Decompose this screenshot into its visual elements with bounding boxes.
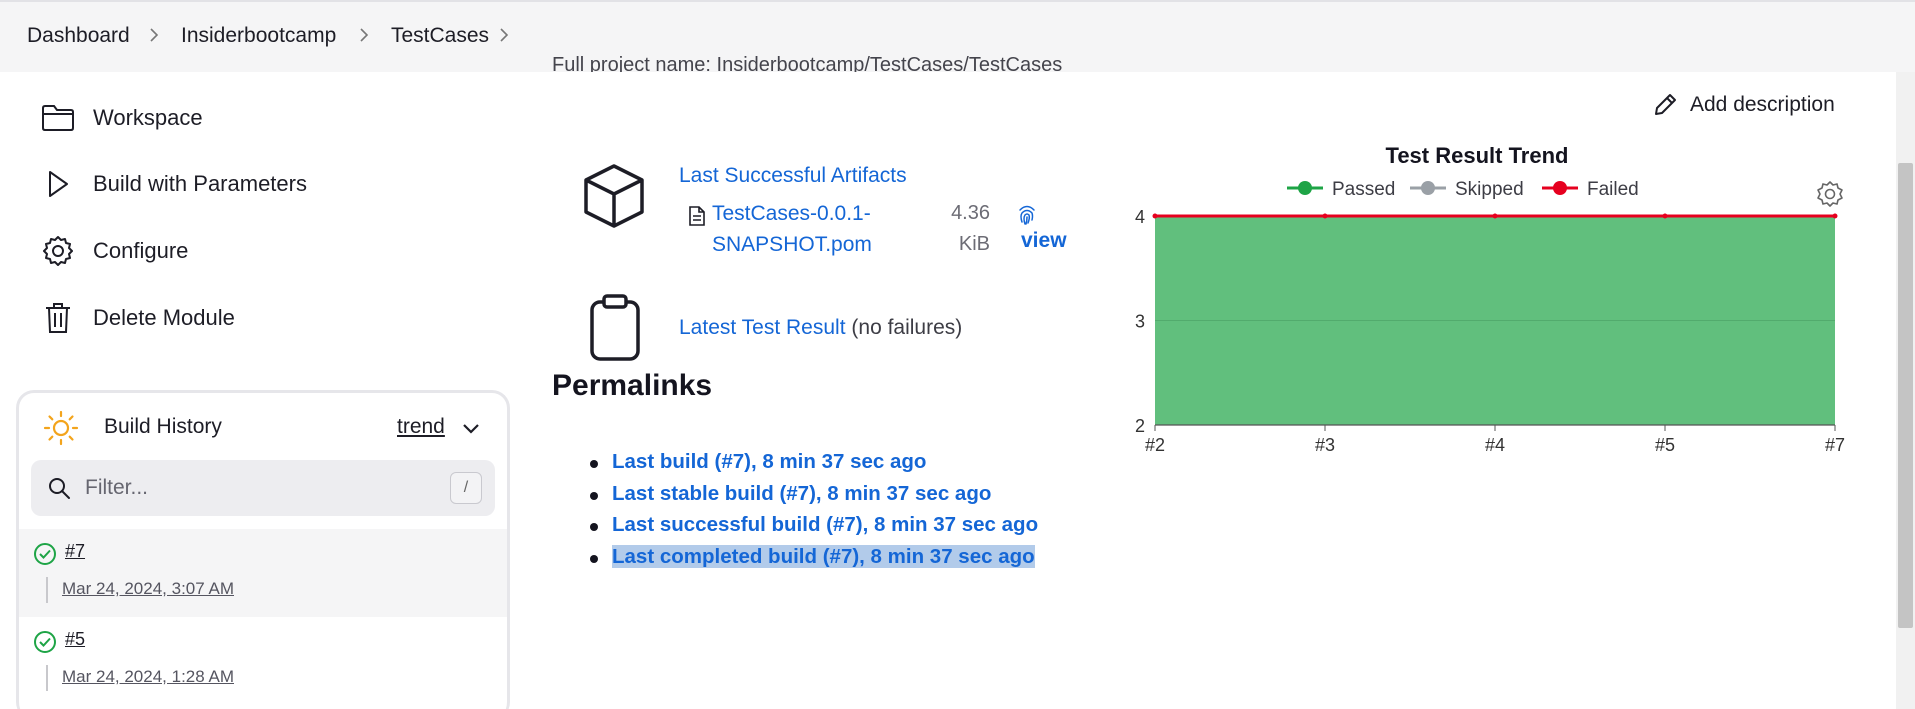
build-number-link[interactable]: #5 xyxy=(65,629,85,650)
search-icon xyxy=(49,478,70,499)
sidebar-item-label: Build with Parameters xyxy=(93,171,307,196)
failed-point xyxy=(1662,213,1668,219)
sidebar-item-label: Workspace xyxy=(93,105,203,130)
build-date-link[interactable]: Mar 24, 2024, 3:07 AM xyxy=(62,579,234,599)
pencil-icon xyxy=(1655,94,1676,115)
build-row[interactable]: #5 Mar 24, 2024, 1:28 AM xyxy=(19,617,507,705)
legend-label: Skipped xyxy=(1455,179,1524,200)
fingerprint-icon[interactable] xyxy=(1016,202,1038,226)
x-tick-label: #4 xyxy=(1485,435,1505,455)
breadcrumb-dashboard[interactable]: Dashboard xyxy=(27,24,130,48)
failed-point xyxy=(1832,213,1838,219)
permalink-item: Last stable build (#7), 8 min 37 sec ago xyxy=(590,482,1038,514)
filter-input[interactable] xyxy=(85,473,425,503)
breadcrumb-insiderbootcamp[interactable]: Insiderbootcamp xyxy=(181,24,336,48)
permalink-item: Last successful build (#7), 8 min 37 sec… xyxy=(590,513,1038,545)
last-successful-artifacts-link[interactable]: Last Successful Artifacts xyxy=(679,164,907,188)
failed-point xyxy=(1322,213,1328,219)
sidebar-item-label: Delete Module xyxy=(93,305,235,330)
package-icon xyxy=(584,164,644,228)
clipboard-icon xyxy=(590,294,640,361)
play-icon xyxy=(40,166,76,202)
trash-icon xyxy=(40,300,76,336)
y-tick-label: 4 xyxy=(1135,207,1145,227)
sidebar-item-workspace[interactable]: Workspace xyxy=(40,98,203,138)
add-description-label: Add description xyxy=(1690,93,1835,116)
folder-icon xyxy=(40,100,76,136)
latest-test-status: (no failures) xyxy=(851,316,963,339)
add-description-button[interactable]: Add description xyxy=(1652,92,1835,118)
breadcrumb-testcases[interactable]: TestCases xyxy=(391,24,489,48)
artifact-size: 4.36 KiB xyxy=(951,202,990,255)
test-result-trend-chart: Test Result Trend Passed Skipped Failed 2 3 4 #… xyxy=(1110,138,1870,468)
permalinks-heading: Permalinks xyxy=(552,369,713,402)
failed-point xyxy=(1492,213,1498,219)
gear-icon xyxy=(40,233,76,269)
sidebar-item-build-with-parameters[interactable]: Build with Parameters xyxy=(40,164,307,204)
y-tick-label: 3 xyxy=(1135,312,1145,332)
chevron-down-icon[interactable] xyxy=(462,423,480,435)
filter-box: / xyxy=(31,460,495,516)
chevron-right-icon xyxy=(360,28,369,42)
filter-shortcut-key: / xyxy=(450,472,482,504)
sidebar-item-configure[interactable]: Configure xyxy=(40,231,188,271)
trend-chart-svg: Test Result Trend Passed Skipped Failed 2 3 4 #… xyxy=(1135,143,1845,455)
sidebar-item-delete-module[interactable]: Delete Module xyxy=(40,298,235,338)
legend-marker xyxy=(1421,181,1435,195)
chevron-right-icon xyxy=(500,28,509,42)
chevron-right-icon xyxy=(150,28,159,42)
legend-label: Failed xyxy=(1587,179,1639,200)
permalink-last-build[interactable]: Last build (#7), 8 min 37 sec ago xyxy=(612,450,926,473)
success-check-icon xyxy=(34,543,56,565)
permalinks-list: Last build (#7), 8 min 37 sec ago Last s… xyxy=(590,450,1038,576)
y-tick-label: 2 xyxy=(1135,416,1145,436)
build-row-divider xyxy=(46,577,48,603)
build-history-title: Build History xyxy=(104,415,222,438)
failed-point xyxy=(1152,213,1158,219)
legend-label: Passed xyxy=(1332,179,1395,200)
x-tick-label: #7 xyxy=(1825,435,1845,455)
build-row-divider xyxy=(46,665,48,691)
trend-link[interactable]: trend xyxy=(397,415,445,439)
permalink-last-completed-build[interactable]: Last completed build (#7), 8 min 37 sec … xyxy=(612,544,1035,568)
permalink-item: Last completed build (#7), 8 min 37 sec … xyxy=(590,544,1038,577)
artifact-view-link[interactable]: view xyxy=(1021,229,1067,253)
success-check-icon xyxy=(34,631,56,653)
x-tick-label: #3 xyxy=(1315,435,1335,455)
legend-marker xyxy=(1298,181,1312,195)
permalink-last-successful-build[interactable]: Last successful build (#7), 8 min 37 sec… xyxy=(612,513,1038,536)
chart-settings-gear-icon[interactable] xyxy=(1817,181,1843,207)
permalink-last-stable-build[interactable]: Last stable build (#7), 8 min 37 sec ago xyxy=(612,482,991,505)
artifact-file-link[interactable]: TestCases-0.0.1-SNAPSHOT.pom xyxy=(712,198,912,260)
sun-icon xyxy=(43,410,79,446)
build-date-link[interactable]: Mar 24, 2024, 1:28 AM xyxy=(62,667,234,687)
header-overlay xyxy=(540,72,1100,92)
x-tick-label: #5 xyxy=(1655,435,1675,455)
file-icon xyxy=(689,206,705,226)
x-tick-label: #2 xyxy=(1145,435,1165,455)
latest-test-result: Latest Test Result (no failures) xyxy=(679,316,962,340)
latest-test-result-link[interactable]: Latest Test Result xyxy=(679,316,846,339)
legend-marker xyxy=(1553,181,1567,195)
build-number-link[interactable]: #7 xyxy=(65,541,85,562)
sidebar-item-label: Configure xyxy=(93,238,189,263)
build-row[interactable]: #7 Mar 24, 2024, 3:07 AM xyxy=(19,529,507,617)
build-history-panel: Build History trend / #7 Mar 24, 2024, 3… xyxy=(16,390,510,709)
chart-title: Test Result Trend xyxy=(1386,143,1569,168)
scrollbar-thumb[interactable] xyxy=(1898,163,1913,628)
permalink-item: Last build (#7), 8 min 37 sec ago xyxy=(590,450,1038,482)
